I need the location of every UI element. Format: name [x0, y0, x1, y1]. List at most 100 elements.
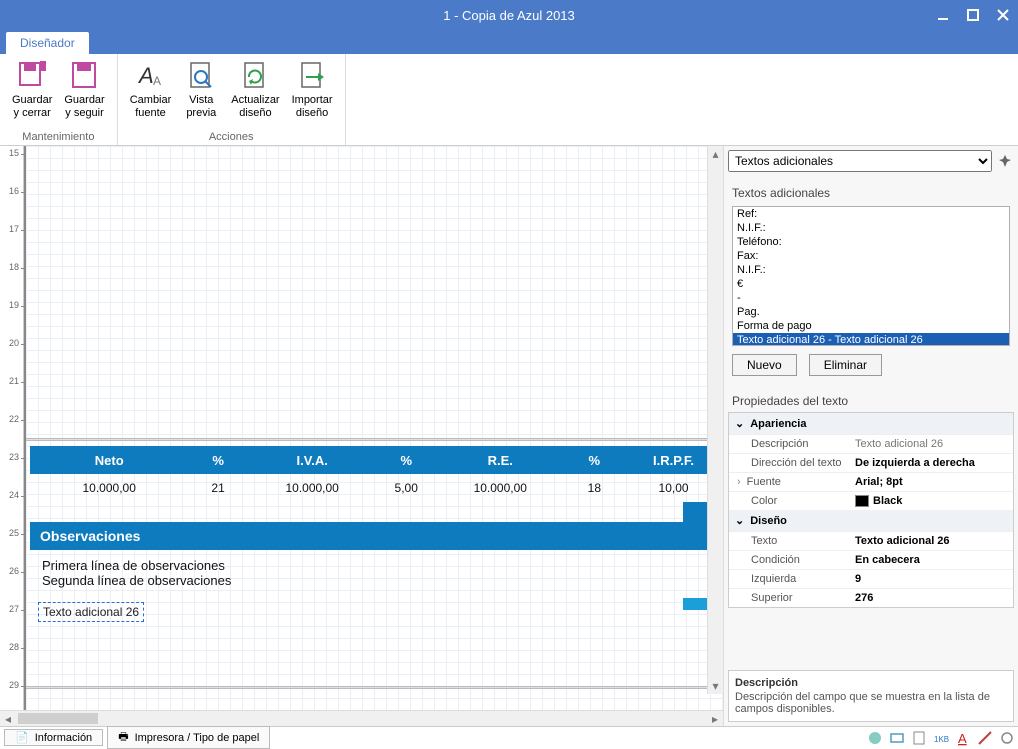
footer-tool-icon[interactable]: 1KB [930, 729, 952, 747]
scroll-left-icon[interactable]: ◂ [0, 711, 16, 726]
save-close-button[interactable]: Guardar y cerrar [6, 56, 58, 122]
preview-label: Vista previa [186, 94, 216, 120]
cell-pct1: 21 [188, 481, 247, 495]
svg-text:A: A [153, 74, 161, 88]
textos-section-title: Textos adicionales [732, 186, 1010, 200]
scroll-right-icon[interactable]: ▸ [707, 711, 723, 726]
band-separator[interactable] [26, 686, 723, 689]
footer-tool-icon[interactable] [864, 729, 886, 747]
table-header-row: Neto % I.V.A. % R.E. % I.R.P.F. [30, 446, 723, 474]
description-title: Descripción [735, 677, 1007, 689]
footer-tool-icon[interactable] [974, 729, 996, 747]
cell-pct3: 18 [565, 481, 624, 495]
import-design-button[interactable]: Importar diseño [286, 56, 339, 122]
vertical-scrollbar[interactable]: ▴ ▾ [707, 146, 723, 694]
ruler-mark: 20 [0, 338, 21, 348]
eliminar-button[interactable]: Eliminar [809, 354, 882, 376]
prop-category-diseno[interactable]: ⌄ Diseño [729, 510, 1013, 531]
title-bar: 1 - Copia de Azul 2013 [0, 0, 1018, 30]
ruler-mark: 23 [0, 452, 21, 462]
table-row: 10.000,00 21 10.000,00 5,00 10.000,00 18… [30, 474, 723, 502]
col-header-pct: % [188, 453, 247, 468]
scroll-down-icon[interactable]: ▾ [708, 678, 723, 694]
footer-tab-printer[interactable]: 🖶 Impresora / Tipo de papel [107, 726, 270, 749]
observations-header: Observaciones [30, 522, 723, 550]
selected-text-element[interactable]: Texto adicional 26 [38, 602, 144, 622]
design-canvas-scroll[interactable]: Neto % I.V.A. % R.E. % I.R.P.F. 10.000,0… [24, 146, 723, 710]
tab-designer[interactable]: Diseñador [6, 32, 89, 54]
save-continue-button[interactable]: Guardar y seguir [58, 56, 110, 122]
footer-tool-icon[interactable]: A [952, 729, 974, 747]
svg-text:1KB: 1KB [934, 735, 949, 744]
prop-category-apariencia[interactable]: ⌄ Apariencia [729, 413, 1013, 434]
list-item[interactable]: Forma de pago [733, 319, 1009, 333]
update-design-button[interactable]: Actualizar diseño [225, 56, 285, 122]
prop-row[interactable]: Izquierda 9 [729, 569, 1013, 588]
import-design-label: Importar diseño [292, 94, 333, 120]
change-font-button[interactable]: AA Cambiar fuente [124, 56, 178, 122]
col-header-re: R.E. [436, 453, 565, 468]
observation-line-1: Primera línea de observaciones [42, 558, 711, 573]
list-item[interactable]: Fax: [733, 249, 1009, 263]
footer-tool-icon[interactable] [996, 729, 1018, 747]
ribbon-group-acciones: AA Cambiar fuente Vista previa Actualiza… [118, 54, 346, 145]
footer-tool-icon[interactable] [908, 729, 930, 747]
prop-row[interactable]: Condición En cabecera [729, 550, 1013, 569]
ribbon-group-label-1: Mantenimiento [6, 131, 111, 145]
footer-tool-icon[interactable] [886, 729, 908, 747]
property-grid[interactable]: ⌄ Apariencia Descripción Texto adicional… [728, 412, 1014, 608]
preview-button[interactable]: Vista previa [177, 56, 225, 122]
change-font-label: Cambiar fuente [130, 94, 172, 120]
ruler-mark: 26 [0, 566, 21, 576]
textos-listbox[interactable]: Ref: N.I.F.: Teléfono: Fax: N.I.F.: € - … [732, 206, 1010, 346]
panel-selector-dropdown[interactable]: Textos adicionales [728, 150, 992, 172]
scroll-up-icon[interactable]: ▴ [708, 146, 723, 162]
chevron-down-icon: ⌄ [735, 417, 744, 430]
pin-button[interactable] [996, 152, 1014, 170]
chevron-right-icon: › [737, 476, 741, 488]
save-close-label: Guardar y cerrar [12, 94, 52, 120]
col-header-iva: I.V.A. [248, 453, 377, 468]
font-icon: AA [134, 58, 168, 92]
footer-tab-info[interactable]: 📄 Información [4, 729, 103, 746]
list-item[interactable]: N.I.F.: [733, 263, 1009, 277]
prop-row[interactable]: Dirección del texto De izquierda a derec… [729, 453, 1013, 472]
list-item[interactable]: Pag. [733, 305, 1009, 319]
prop-row[interactable]: Superior 276 [729, 588, 1013, 607]
prop-row-color[interactable]: Color Black [729, 491, 1013, 510]
properties-title: Propiedades del texto [732, 394, 1010, 408]
list-item-selected[interactable]: Texto adicional 26 - Texto adicional 26 [733, 333, 1009, 346]
horizontal-scrollbar[interactable]: ◂ ▸ [0, 710, 723, 726]
band-separator[interactable] [26, 438, 723, 441]
cell-re: 10.000,00 [436, 481, 565, 495]
cell-iva: 10.000,00 [248, 481, 377, 495]
list-item[interactable]: - [733, 291, 1009, 305]
ribbon-group-label-2: Acciones [124, 131, 339, 145]
svg-text:A: A [137, 63, 154, 88]
prop-row[interactable]: Texto Texto adicional 26 [729, 531, 1013, 550]
observations-body: Primera línea de observaciones Segunda l… [30, 550, 723, 596]
list-item[interactable]: Teléfono: [733, 235, 1009, 249]
cell-pct2: 5,00 [377, 481, 436, 495]
ruler-mark: 21 [0, 376, 21, 386]
svg-text:A: A [958, 731, 967, 746]
main-area: 15 16 17 18 19 20 21 22 23 24 25 26 27 2… [0, 146, 1018, 726]
window-title: 1 - Copia de Azul 2013 [443, 8, 575, 23]
close-button[interactable] [988, 0, 1018, 30]
list-item[interactable]: Ref: [733, 207, 1009, 221]
prop-row[interactable]: Descripción Texto adicional 26 [729, 434, 1013, 453]
design-canvas[interactable]: Neto % I.V.A. % R.E. % I.R.P.F. 10.000,0… [24, 146, 723, 710]
list-item[interactable]: € [733, 277, 1009, 291]
minimize-button[interactable] [928, 0, 958, 30]
maximize-button[interactable] [958, 0, 988, 30]
ruler-mark: 27 [0, 604, 21, 614]
nuevo-button[interactable]: Nuevo [732, 354, 797, 376]
ruler-mark: 19 [0, 300, 21, 310]
save-close-icon [15, 58, 49, 92]
ruler-mark: 15 [0, 148, 21, 158]
col-header-pct: % [377, 453, 436, 468]
prop-row-fuente[interactable]: ›Fuente Arial; 8pt [729, 472, 1013, 491]
preview-icon [184, 58, 218, 92]
scroll-thumb[interactable] [18, 713, 98, 724]
list-item[interactable]: N.I.F.: [733, 221, 1009, 235]
